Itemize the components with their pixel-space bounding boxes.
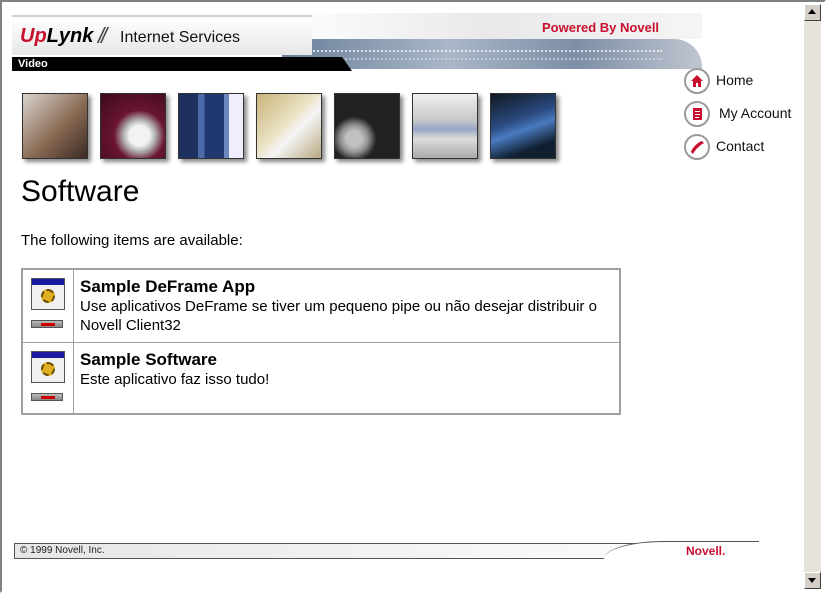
software-table: Sample DeFrame App Use aplicativos DeFra…: [21, 268, 621, 415]
document-icon: [684, 101, 710, 127]
footer-curve: [604, 541, 759, 560]
documents-image: [256, 93, 322, 159]
app-text-cell: Sample DeFrame App Use aplicativos DeFra…: [80, 277, 615, 335]
servers-image: [178, 93, 244, 159]
home-icon: [684, 68, 710, 94]
scroll-down-button[interactable]: [804, 572, 821, 589]
nav-contact-label: Contact: [716, 138, 765, 154]
app-name[interactable]: Sample DeFrame App: [80, 277, 615, 297]
nav-home-label: Home: [716, 72, 754, 88]
logo-separator: //: [98, 23, 107, 48]
table-row[interactable]: Sample DeFrame App Use aplicativos DeFra…: [23, 270, 619, 343]
launch-bar-icon[interactable]: [31, 320, 63, 328]
section-bar: Video: [12, 57, 352, 71]
application-icon[interactable]: [31, 278, 65, 310]
car-image: [100, 93, 166, 159]
scroll-up-button[interactable]: [804, 4, 821, 21]
powered-by-novell: Powered By Novell: [542, 20, 660, 35]
page-viewport: UpLynk // Internet Services Powered By N…: [4, 4, 804, 589]
novell-logo: Novell.: [686, 544, 726, 558]
uplynk-logo[interactable]: UpLynk: [20, 25, 93, 48]
app-description: Use aplicativos DeFrame se tiver um pequ…: [80, 298, 597, 334]
computers-image: [412, 93, 478, 159]
cd-image: [334, 93, 400, 159]
arrow-up-icon: [808, 9, 816, 14]
hand-image: [22, 93, 88, 159]
nav-my-account-label: My Account: [719, 105, 792, 121]
phone-icon: [684, 134, 710, 160]
app-text-cell: Sample Software Este aplicativo faz isso…: [80, 350, 615, 389]
section-label: Video: [18, 58, 48, 70]
vertical-scrollbar[interactable]: [804, 4, 821, 589]
app-icon-cell: [23, 343, 74, 413]
app-description: Este aplicativo faz isso tudo!: [80, 371, 270, 388]
table-row[interactable]: Sample Software Este aplicativo faz isso…: [23, 343, 619, 413]
app-name[interactable]: Sample Software: [80, 350, 615, 370]
copyright-text: © 1999 Novell, Inc.: [20, 545, 105, 556]
site-footer: © 1999 Novell, Inc. Novell.: [14, 541, 759, 560]
page-title: Software: [21, 175, 140, 208]
arrow-down-icon: [808, 578, 816, 583]
site-header: UpLynk // Internet Services Powered By N…: [12, 13, 702, 71]
launch-bar-icon[interactable]: [31, 393, 63, 401]
logo-bar: UpLynk // Internet Services: [12, 15, 312, 55]
laptop-image: [490, 93, 556, 159]
application-icon[interactable]: [31, 351, 65, 383]
service-label: Internet Services: [120, 29, 241, 46]
app-icon-cell: [23, 270, 74, 342]
intro-text: The following items are available:: [21, 232, 243, 249]
